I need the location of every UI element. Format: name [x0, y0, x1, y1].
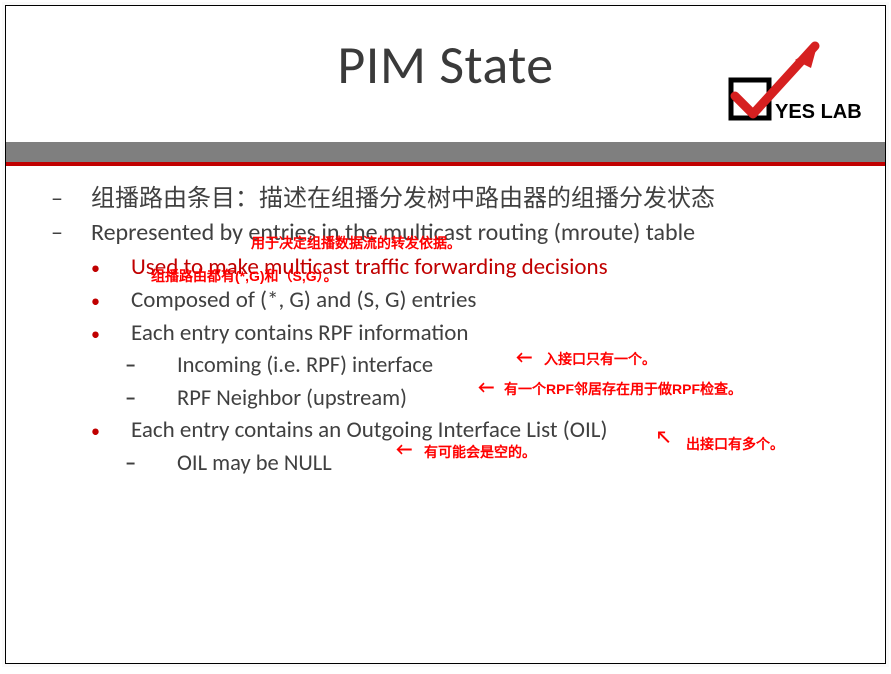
- dash-icon: –: [151, 449, 177, 478]
- bullet-l2-composed: •Composed of (*, G) and (S, G) entries: [111, 286, 865, 316]
- text: Composed of (*, G) and (S, G) entries: [131, 286, 476, 314]
- slide-container: PIM State YES LAB –组播路由条目：描述在组播分发树中路由器的组…: [5, 5, 886, 664]
- annotation-forwarding-basis: 用于决定组播数据流的转发依据。: [251, 233, 461, 253]
- text: Each entry contains RPF information: [131, 319, 468, 347]
- bullet-icon: •: [111, 290, 131, 313]
- bullet-icon: •: [111, 323, 131, 346]
- text: 组播路由条目：描述在组播分发树中路由器的组播分发状态: [91, 184, 715, 213]
- annotation-many-outgoing: 出接口有多个。: [686, 434, 784, 454]
- yeslab-logo-icon: YES LAB: [725, 38, 875, 133]
- bullet-icon: •: [111, 257, 131, 280]
- bullet-l1-mroute-entry-cn: –组播路由条目：描述在组播分发树中路由器的组播分发状态: [71, 183, 865, 215]
- text: OIL may be NULL: [177, 450, 332, 477]
- divider-bar: [6, 142, 885, 166]
- arrow-left-icon: ←: [396, 438, 412, 460]
- text: Incoming (i.e. RPF) interface: [177, 352, 433, 379]
- annotation-rpf-neighbor: 有一个RPF邻居存在用于做RPF检查。: [504, 379, 742, 399]
- text: Each entry contains an Outgoing Interfac…: [131, 416, 607, 444]
- dash-icon: –: [71, 217, 91, 249]
- bullet-l1-represented: –Represented by entries in the multicast…: [71, 217, 865, 249]
- text: RPF Neighbor (upstream): [177, 385, 407, 412]
- arrow-left-icon: ←: [516, 346, 532, 368]
- bullet-l3-incoming: –Incoming (i.e. RPF) interface: [151, 351, 865, 380]
- slide-title: PIM State: [337, 32, 553, 98]
- bullet-l2-rpf-info: •Each entry contains RPF information: [111, 319, 865, 349]
- dash-icon: –: [151, 384, 177, 413]
- arrow-left-icon: ←: [478, 376, 494, 398]
- logo: YES LAB: [725, 38, 875, 128]
- annotation-star-g-s-g: 组播路由都有(*,G)和（S,G）。: [151, 266, 338, 286]
- dash-icon: –: [151, 351, 177, 380]
- annotation-one-incoming: 入接口只有一个。: [544, 349, 656, 369]
- logo-text: YES LAB: [775, 101, 862, 123]
- bullet-icon: •: [111, 420, 131, 443]
- arrow-upleft-icon: ↖: [656, 426, 671, 448]
- annotation-may-be-null: 有可能会是空的。: [424, 442, 536, 462]
- dash-icon: –: [71, 183, 91, 215]
